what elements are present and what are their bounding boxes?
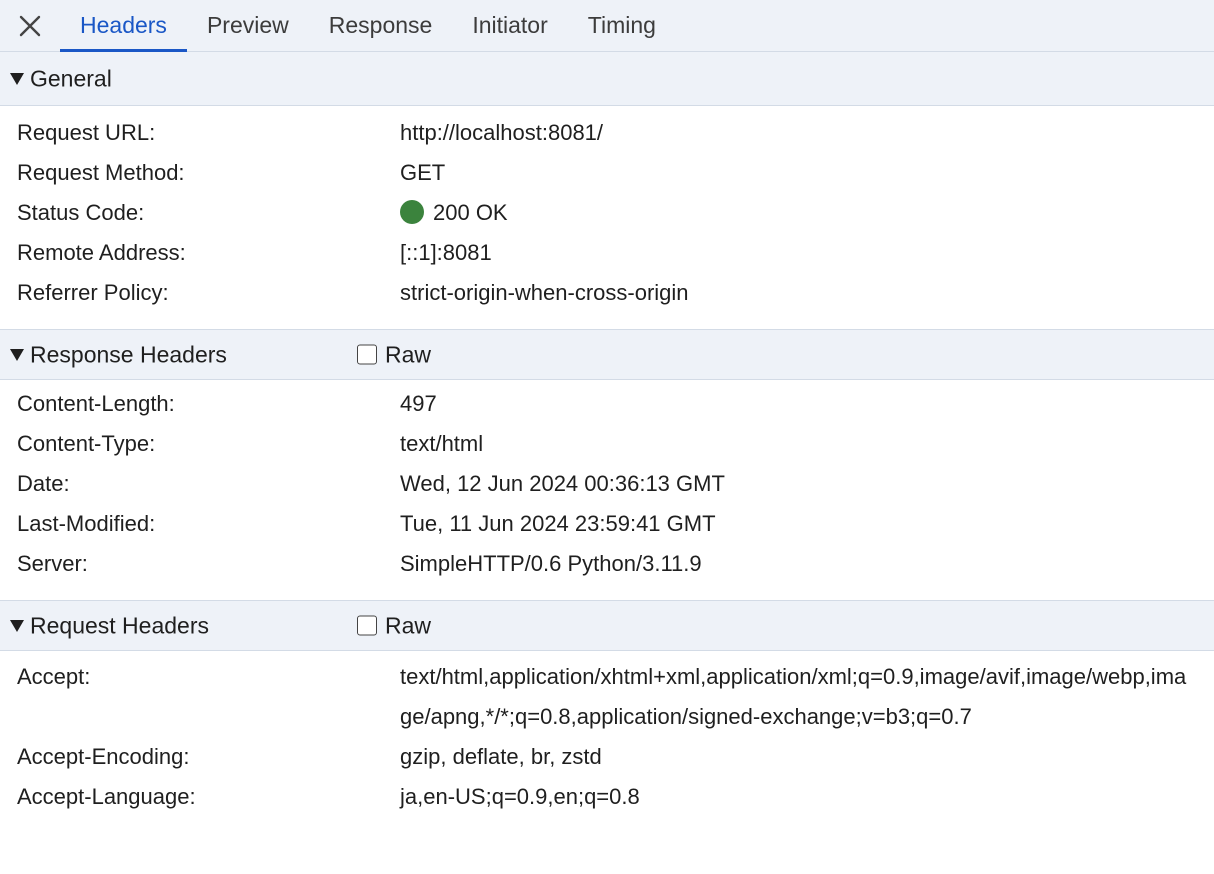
close-button[interactable] — [0, 0, 60, 51]
request-header-rows: Accept: text/html,application/xhtml+xml,… — [0, 651, 1214, 817]
general-rows: Request URL: http://localhost:8081/ Requ… — [0, 106, 1214, 329]
header-key: Status Code: — [17, 200, 145, 225]
close-icon — [19, 15, 41, 36]
section-title: General — [30, 65, 112, 91]
tab-timing[interactable]: Timing — [568, 0, 676, 51]
header-value[interactable]: [::1]:8081 — [400, 233, 1190, 273]
status-ok-icon — [400, 200, 424, 224]
response-header-rows: Content-Length: 497 Content-Type: text/h… — [0, 380, 1214, 600]
header-row: Status Code: 200 OK — [0, 193, 1214, 233]
status-code-value[interactable]: 200 OK — [400, 193, 1190, 233]
expanded-triangle-icon — [10, 619, 24, 632]
tab-response[interactable]: Response — [309, 0, 453, 51]
request-headers-section-header[interactable]: Request Headers Raw — [0, 600, 1214, 651]
header-key: Content-Type: — [17, 431, 156, 456]
header-row: Request URL: http://localhost:8081/ — [0, 113, 1214, 153]
tab-preview[interactable]: Preview — [187, 0, 309, 51]
header-row: Last-Modified: Tue, 11 Jun 2024 23:59:41… — [0, 504, 1214, 544]
expanded-triangle-icon — [10, 348, 24, 361]
header-key: Remote Address: — [17, 240, 186, 265]
header-row: Server: SimpleHTTP/0.6 Python/3.11.9 — [0, 544, 1214, 584]
header-key: Last-Modified: — [17, 511, 156, 536]
general-section-header[interactable]: General — [0, 52, 1214, 106]
header-row: Accept-Language: ja,en-US;q=0.9,en;q=0.8 — [0, 777, 1214, 817]
tab-headers[interactable]: Headers — [60, 0, 187, 52]
header-row: Accept: text/html,application/xhtml+xml,… — [0, 657, 1214, 737]
response-headers-section-header[interactable]: Response Headers Raw — [0, 329, 1214, 380]
header-row: Request Method: GET — [0, 153, 1214, 193]
raw-checkbox[interactable] — [357, 344, 377, 365]
expanded-triangle-icon — [10, 72, 24, 85]
header-row: Remote Address: [::1]:8081 — [0, 233, 1214, 273]
status-text: 200 OK — [433, 200, 508, 225]
header-value[interactable]: ja,en-US;q=0.9,en;q=0.8 — [400, 777, 1190, 817]
header-row: Accept-Encoding: gzip, deflate, br, zstd — [0, 737, 1214, 777]
header-key: Request Method: — [17, 160, 185, 185]
header-value[interactable]: Tue, 11 Jun 2024 23:59:41 GMT — [400, 504, 1190, 544]
header-row: Date: Wed, 12 Jun 2024 00:36:13 GMT — [0, 464, 1214, 504]
header-key: Referrer Policy: — [17, 280, 169, 305]
raw-checkbox[interactable] — [357, 615, 377, 636]
tab-bar: Headers Preview Response Initiator Timin… — [0, 0, 1214, 52]
header-key: Accept: — [17, 664, 91, 689]
raw-label: Raw — [385, 341, 432, 367]
section-title: Response Headers — [30, 341, 227, 367]
header-value[interactable]: GET — [400, 153, 1190, 193]
header-key: Content-Length: — [17, 391, 175, 416]
header-value[interactable]: gzip, deflate, br, zstd — [400, 737, 1190, 777]
raw-toggle-response[interactable]: Raw — [357, 341, 431, 368]
header-row: Content-Type: text/html — [0, 424, 1214, 464]
header-value[interactable]: 497 — [400, 384, 1190, 424]
header-value[interactable]: SimpleHTTP/0.6 Python/3.11.9 — [400, 544, 1190, 584]
header-value[interactable]: text/html,application/xhtml+xml,applicat… — [400, 657, 1190, 737]
header-value[interactable]: strict-origin-when-cross-origin — [400, 273, 1190, 313]
header-key: Accept-Language: — [17, 784, 196, 809]
raw-label: Raw — [385, 612, 432, 638]
header-value[interactable]: Wed, 12 Jun 2024 00:36:13 GMT — [400, 464, 1190, 504]
header-key: Request URL: — [17, 120, 156, 145]
header-row: Content-Length: 497 — [0, 384, 1214, 424]
section-title: Request Headers — [30, 612, 209, 638]
header-key: Accept-Encoding: — [17, 744, 190, 769]
tab-initiator[interactable]: Initiator — [452, 0, 567, 51]
header-row: Referrer Policy: strict-origin-when-cros… — [0, 273, 1214, 313]
header-key: Server: — [17, 551, 88, 576]
header-key: Date: — [17, 471, 70, 496]
header-value[interactable]: http://localhost:8081/ — [400, 113, 1190, 153]
header-value[interactable]: text/html — [400, 424, 1190, 464]
raw-toggle-request[interactable]: Raw — [357, 612, 431, 639]
